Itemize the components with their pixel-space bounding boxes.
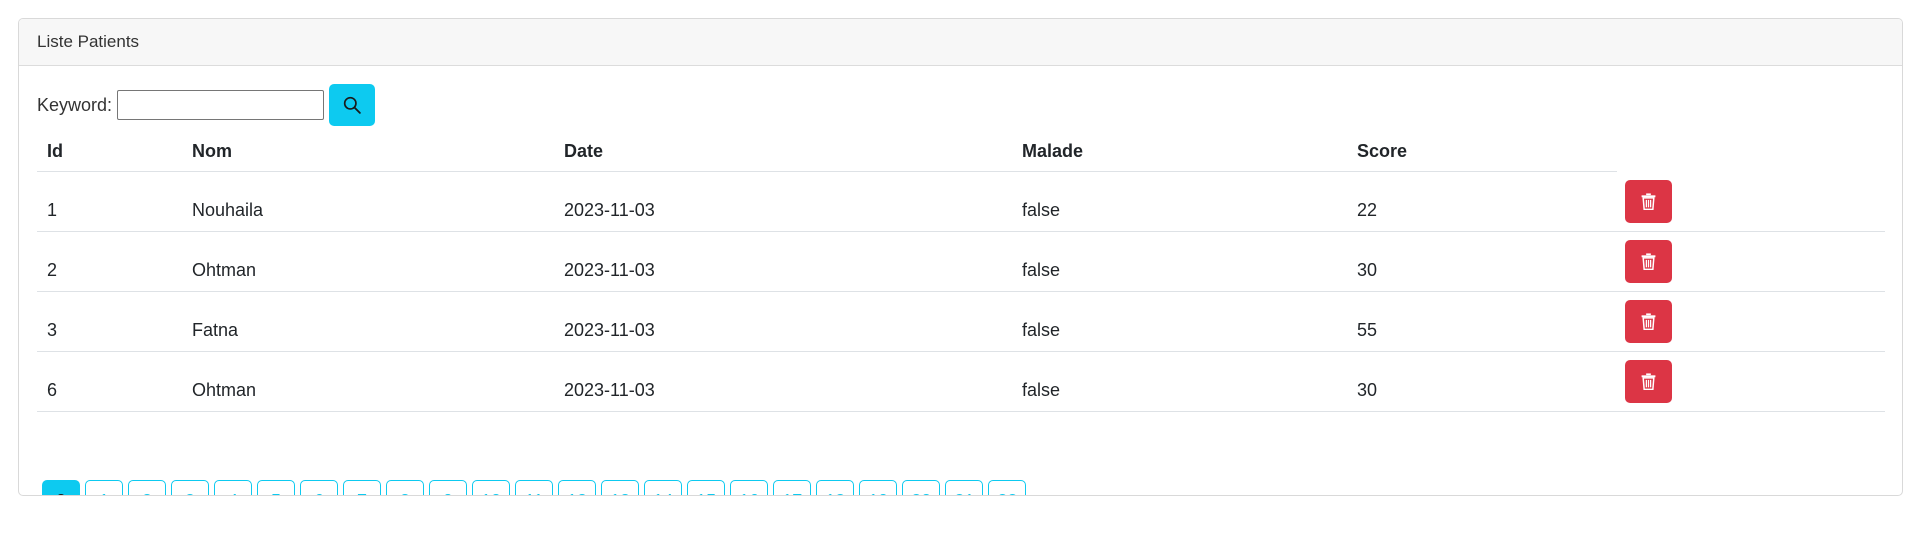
page-button-8[interactable]: 8 <box>386 480 424 495</box>
card-title: Liste Patients <box>37 32 140 51</box>
page-button-13[interactable]: 13 <box>601 480 640 495</box>
page-button-5[interactable]: 5 <box>257 480 295 495</box>
cell-action <box>1617 171 1885 232</box>
search-button[interactable] <box>329 84 376 126</box>
page-button-15[interactable]: 15 <box>687 480 726 495</box>
cell-action <box>1617 351 1885 412</box>
cell-id: 3 <box>37 291 182 352</box>
cell-malade: false <box>1012 171 1347 232</box>
trash-icon <box>1641 313 1656 330</box>
page-button-1[interactable]: 1 <box>85 480 123 495</box>
page-button-17[interactable]: 17 <box>773 480 812 495</box>
page-button-21[interactable]: 21 <box>945 480 984 495</box>
cell-action <box>1617 291 1885 352</box>
cell-malade: false <box>1012 291 1347 352</box>
cell-nom: Fatna <box>182 291 554 352</box>
cell-malade: false <box>1012 351 1347 412</box>
cell-action <box>1617 231 1885 292</box>
cell-malade: false <box>1012 231 1347 292</box>
page-button-18[interactable]: 18 <box>816 480 855 495</box>
search-icon <box>343 96 361 114</box>
keyword-input[interactable] <box>117 90 325 120</box>
cell-score: 30 <box>1347 351 1617 412</box>
page-button-11[interactable]: 11 <box>515 480 554 495</box>
cell-id: 6 <box>37 351 182 412</box>
cell-date: 2023-11-03 <box>554 291 1012 352</box>
cell-nom: Ohtman <box>182 351 554 412</box>
patients-table: Id Nom Date Malade Score 1 Nouhaila 2023… <box>37 132 1885 412</box>
card-header: Liste Patients <box>19 19 1902 66</box>
page-button-16[interactable]: 16 <box>730 480 769 495</box>
page-button-3[interactable]: 3 <box>171 480 209 495</box>
cell-score: 22 <box>1347 171 1617 232</box>
table-row: 6 Ohtman 2023-11-03 false 30 <box>37 351 1885 412</box>
page-button-22[interactable]: 22 <box>988 480 1027 495</box>
cell-score: 30 <box>1347 231 1617 292</box>
cell-date: 2023-11-03 <box>554 351 1012 412</box>
cell-id: 1 <box>37 171 182 232</box>
cell-id: 2 <box>37 231 182 292</box>
cell-date: 2023-11-03 <box>554 231 1012 292</box>
cell-nom: Nouhaila <box>182 171 554 232</box>
table-row: 2 Ohtman 2023-11-03 false 30 <box>37 231 1885 292</box>
trash-icon <box>1641 193 1656 210</box>
page-button-7[interactable]: 7 <box>343 480 381 495</box>
table-row: 1 Nouhaila 2023-11-03 false 22 <box>37 171 1885 232</box>
page-button-20[interactable]: 20 <box>902 480 941 495</box>
cell-date: 2023-11-03 <box>554 171 1012 232</box>
table-header-row: Id Nom Date Malade Score <box>37 132 1885 172</box>
page-button-0[interactable]: 0 <box>42 480 80 495</box>
table-row: 3 Fatna 2023-11-03 false 55 <box>37 291 1885 352</box>
page-button-12[interactable]: 12 <box>558 480 597 495</box>
cell-score: 55 <box>1347 291 1617 352</box>
page-button-14[interactable]: 14 <box>644 480 683 495</box>
page-button-2[interactable]: 2 <box>128 480 166 495</box>
pagination: 012345678910111213141516171819202122 <box>42 480 1027 495</box>
page-button-4[interactable]: 4 <box>214 480 252 495</box>
trash-icon <box>1641 253 1656 270</box>
page-button-10[interactable]: 10 <box>472 480 511 495</box>
delete-button[interactable] <box>1625 360 1672 403</box>
column-header-id: Id <box>37 132 182 172</box>
column-header-nom: Nom <box>182 132 554 172</box>
delete-button[interactable] <box>1625 179 1672 223</box>
column-header-score: Score <box>1347 132 1617 172</box>
page-button-19[interactable]: 19 <box>859 480 898 495</box>
delete-button[interactable] <box>1625 300 1672 343</box>
cell-nom: Ohtman <box>182 231 554 292</box>
page-button-6[interactable]: 6 <box>300 480 338 495</box>
column-header-date: Date <box>554 132 1012 172</box>
column-header-malade: Malade <box>1012 132 1347 172</box>
page-button-9[interactable]: 9 <box>429 480 467 495</box>
trash-icon <box>1641 373 1656 390</box>
column-header-action <box>1617 132 1885 172</box>
patients-card: Liste Patients Keyword: Id Nom Date Mala… <box>18 18 1903 496</box>
search-form: Keyword: <box>37 84 376 126</box>
keyword-label: Keyword: <box>37 94 113 115</box>
delete-button[interactable] <box>1625 240 1672 283</box>
